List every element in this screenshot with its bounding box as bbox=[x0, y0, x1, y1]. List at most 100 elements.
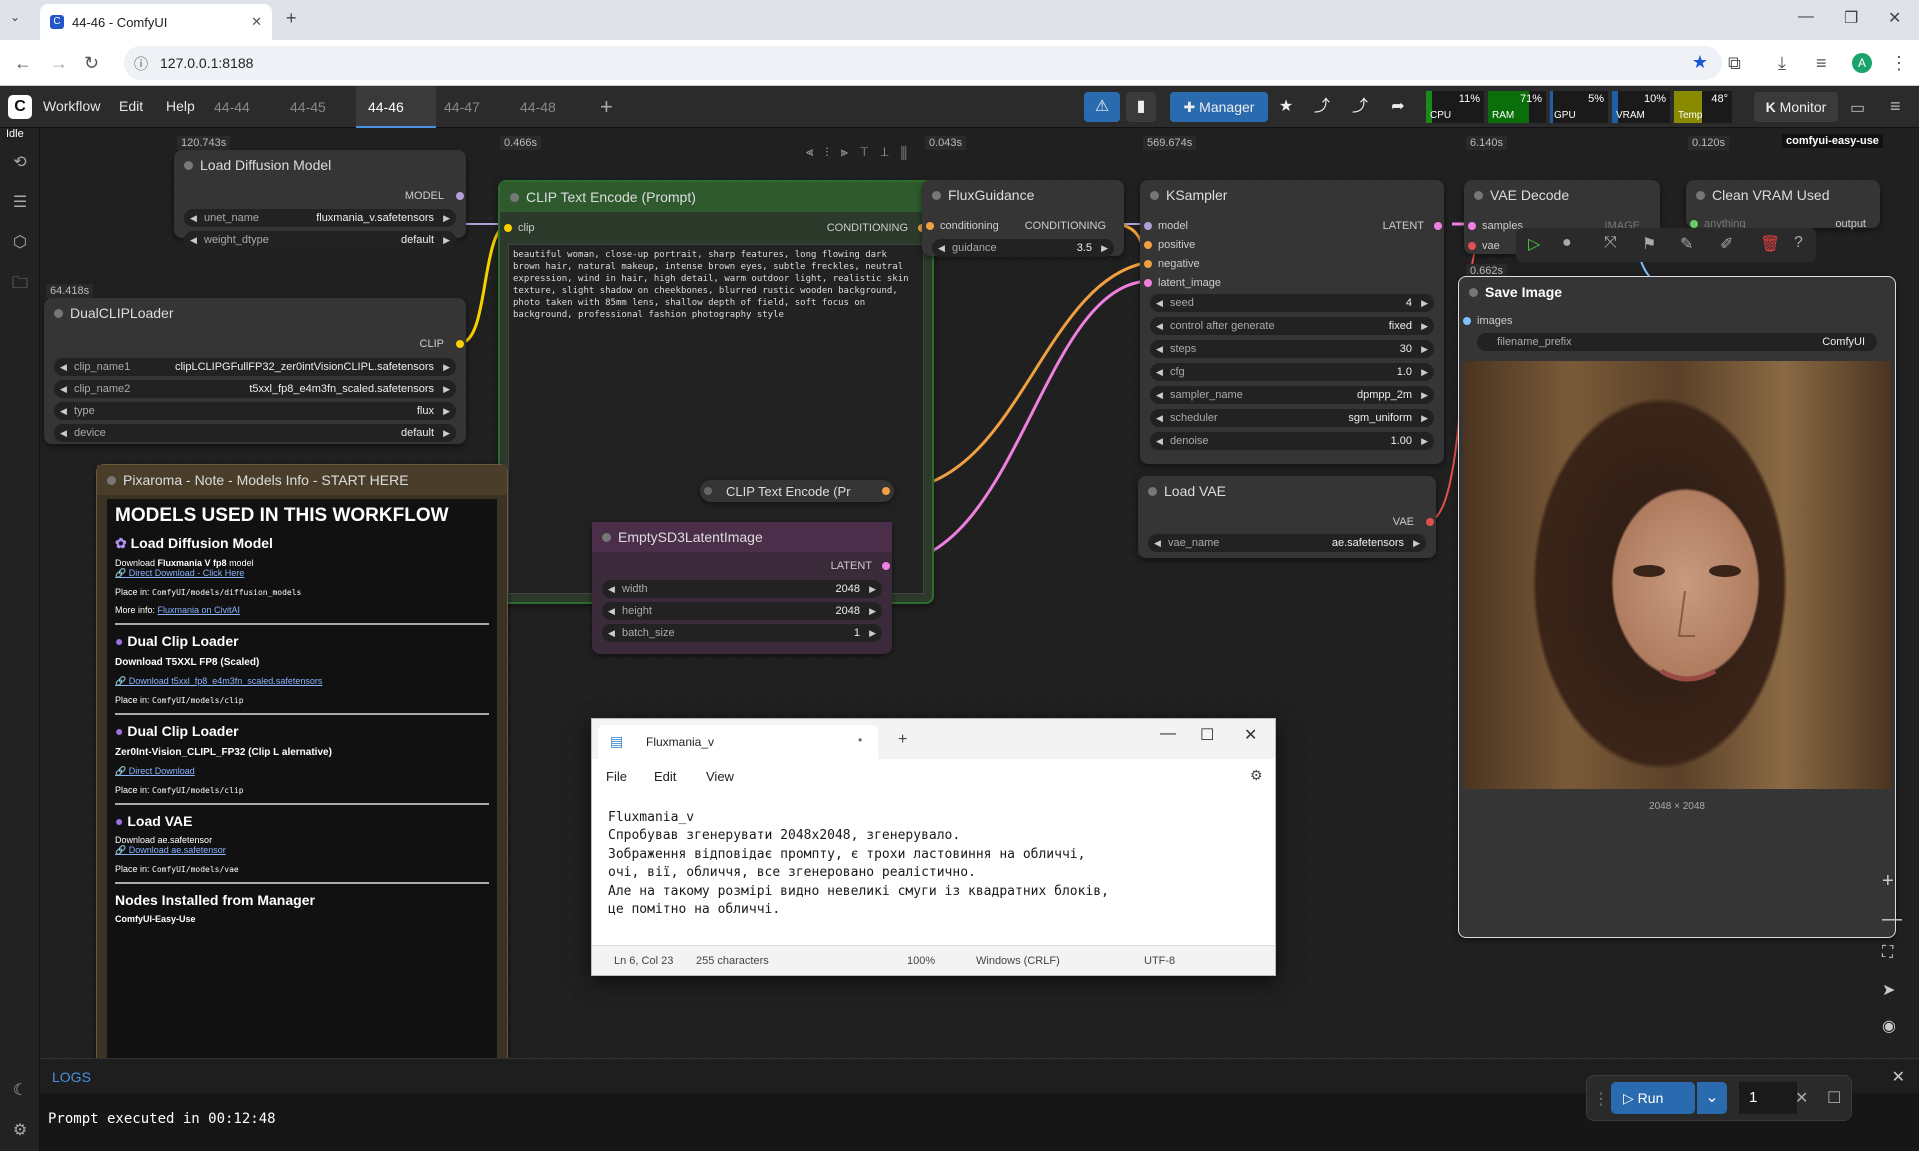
minimize-window-icon[interactable]: — bbox=[1798, 8, 1814, 26]
menu-workflow[interactable]: Workflow bbox=[43, 98, 100, 114]
scheduler-widget[interactable]: scheduler sgm_uniform bbox=[1150, 409, 1434, 427]
edit-icon[interactable]: ✎ bbox=[1680, 234, 1693, 254]
downloads-icon[interactable]: ⤓ bbox=[1778, 53, 1786, 73]
distribute-icon[interactable]: ⫼ bbox=[901, 144, 919, 159]
tab-list-chevron-icon[interactable]: ⌄ bbox=[10, 10, 20, 24]
guidance-widget[interactable]: guidance 3.5 bbox=[932, 239, 1114, 257]
cancel-run-icon[interactable]: ✕ bbox=[1795, 1088, 1808, 1108]
browser-menu-icon[interactable]: ⋮ bbox=[1890, 53, 1908, 73]
workflows-icon[interactable]: 🗀 bbox=[10, 272, 30, 292]
align-right-icon[interactable]: ⫸ bbox=[841, 144, 860, 159]
notepad-tab[interactable]: ▤ Fluxmania_v • bbox=[598, 725, 878, 759]
line-ending[interactable]: Windows (CRLF) bbox=[976, 955, 1060, 967]
height-widget[interactable]: height 2048 bbox=[602, 602, 882, 620]
toggle-links-icon[interactable]: ◉ bbox=[1882, 1016, 1896, 1036]
notepad-minimize-icon[interactable]: — bbox=[1160, 725, 1176, 743]
negative-input-port[interactable] bbox=[1144, 260, 1152, 268]
notepad-menu-view[interactable]: View bbox=[706, 769, 734, 784]
conditioning-input-port[interactable] bbox=[926, 222, 934, 230]
site-info-icon[interactable]: ⓘ bbox=[134, 54, 148, 74]
forward-icon[interactable]: → bbox=[50, 53, 68, 73]
manager-button[interactable]: ✚ Manager bbox=[1170, 92, 1268, 122]
align-top-icon[interactable]: ⊤ bbox=[860, 144, 880, 159]
sampler-name-widget[interactable]: sampler_name dpmpp_2m bbox=[1150, 386, 1434, 404]
bookmark-icon[interactable]: ▮ bbox=[1126, 92, 1156, 122]
star-icon[interactable]: ★ bbox=[1272, 92, 1300, 122]
new-tab-icon[interactable]: + bbox=[286, 8, 297, 29]
add-workflow-icon[interactable]: + bbox=[600, 94, 613, 120]
clip-name1-widget[interactable]: clip_name1 clipLCLIPGFullFP32_zer0intVisi… bbox=[54, 358, 456, 376]
node-library-icon[interactable]: ⬡ bbox=[10, 232, 30, 252]
node-clip-text-encode-collapsed[interactable]: CLIP Text Encode (Pr bbox=[700, 480, 894, 502]
align-left-icon[interactable]: ⫷ bbox=[806, 144, 825, 159]
close-tab-icon[interactable]: ✕ bbox=[251, 14, 262, 30]
note-s4-link[interactable]: 🔗 Download ae.safetensor bbox=[115, 845, 489, 856]
color-picker-icon[interactable]: ● bbox=[1562, 234, 1572, 252]
stop-icon[interactable]: ☐ bbox=[1827, 1088, 1841, 1108]
restore-window-icon[interactable]: ❐ bbox=[1844, 8, 1858, 28]
zoom-out-icon[interactable]: — bbox=[1882, 908, 1902, 931]
close-window-icon[interactable]: ✕ bbox=[1888, 8, 1901, 28]
width-widget[interactable]: width 2048 bbox=[602, 580, 882, 598]
steps-widget[interactable]: steps 30 bbox=[1150, 340, 1434, 358]
notepad-close-icon[interactable]: ✕ bbox=[1244, 725, 1257, 745]
tab-44-48[interactable]: 44-48 bbox=[508, 86, 568, 128]
share-icon[interactable]: ➦ bbox=[1384, 92, 1412, 122]
reload-icon[interactable]: ↻ bbox=[84, 53, 99, 73]
notepad-new-tab-icon[interactable]: + bbox=[898, 731, 907, 749]
align-middle-icon[interactable]: ⊥ bbox=[880, 144, 900, 159]
profile-avatar[interactable]: A bbox=[1852, 53, 1872, 73]
weight-dtype-widget[interactable]: weight_dtype default bbox=[184, 231, 456, 249]
history-icon[interactable]: ⟲ bbox=[10, 152, 30, 172]
run-button[interactable]: ▷ Run bbox=[1611, 1082, 1695, 1114]
note-s1-link[interactable]: 🔗 Direct Download - Click Here bbox=[115, 568, 489, 579]
hamburger-menu-icon[interactable]: ≡ bbox=[1890, 96, 1901, 117]
images-input-port[interactable] bbox=[1463, 317, 1471, 325]
control-after-generate-widget[interactable]: control after generate fixed bbox=[1150, 317, 1434, 335]
bypass-icon[interactable]: ⤧ bbox=[1604, 234, 1617, 252]
pin-icon[interactable]: ⚑ bbox=[1642, 234, 1656, 254]
pencil-icon[interactable]: ✐ bbox=[1720, 234, 1733, 254]
anything-input-port[interactable] bbox=[1690, 220, 1698, 228]
collapsed-output-port[interactable] bbox=[882, 487, 890, 495]
encoding[interactable]: UTF-8 bbox=[1144, 955, 1175, 967]
device-widget[interactable]: device default bbox=[54, 424, 456, 442]
pose-alt-icon[interactable]: ⤴ bbox=[1346, 92, 1374, 122]
queue-icon[interactable]: ☰ bbox=[10, 192, 30, 212]
note-s2-link[interactable]: 🔗 Download t5xxl_fp8_e4m3fn_scaled.safet… bbox=[115, 676, 489, 687]
clip-name2-widget[interactable]: clip_name2 t5xxl_fp8_e4m3fn_scaled.safete… bbox=[54, 380, 456, 398]
flux-icon[interactable]: ⚠ bbox=[1084, 92, 1120, 122]
notepad-text-area[interactable]: Fluxmania_v Спробував згенерувати 2048x20… bbox=[608, 809, 1109, 919]
notepad-menu-edit[interactable]: Edit bbox=[654, 769, 676, 784]
run-mode-dropdown[interactable]: ⌄ bbox=[1697, 1082, 1727, 1114]
delete-icon[interactable]: 🗑 bbox=[1760, 234, 1780, 254]
filename-prefix-widget[interactable]: filename_prefix ComfyUI bbox=[1477, 333, 1877, 351]
fit-view-icon[interactable]: ⛶ bbox=[1882, 944, 1893, 962]
node-flux-guidance[interactable]: FluxGuidance conditioning CONDITIONING g… bbox=[922, 180, 1124, 257]
latent-input-port[interactable] bbox=[1144, 279, 1152, 287]
tab-44-46[interactable]: 44-46 bbox=[356, 86, 436, 128]
menu-edit[interactable]: Edit bbox=[119, 98, 143, 114]
notepad-window[interactable]: ▤ Fluxmania_v • + — ☐ ✕ File Edit View ⚙… bbox=[591, 718, 1276, 976]
generated-portrait-image[interactable] bbox=[1463, 361, 1891, 789]
note-node[interactable]: Pixaroma - Note - Models Info - START HE… bbox=[96, 464, 508, 1058]
logs-tab[interactable]: LOGS bbox=[52, 1069, 91, 1085]
clip-output-port[interactable] bbox=[456, 340, 464, 348]
settings-icon[interactable]: ⚙ bbox=[10, 1120, 30, 1140]
menu-help[interactable]: Help bbox=[166, 98, 195, 114]
note-body[interactable]: MODELS USED IN THIS WORKFLOW ✿ Load Diff… bbox=[107, 499, 497, 1058]
note-s3-link[interactable]: 🔗 Direct Download bbox=[115, 766, 489, 777]
unet-name-widget[interactable]: unet_name fluxmania_v.safetensors bbox=[184, 209, 456, 227]
node-empty-sd3-latent-image[interactable]: EmptySD3LatentImage LATENT width 2048 hei… bbox=[592, 522, 892, 654]
panel-toggle-icon[interactable]: ▭ bbox=[1850, 98, 1865, 118]
s1-more-link[interactable]: Fluxmania on CivitAI bbox=[158, 605, 241, 615]
node-ksampler[interactable]: KSampler model positive negative latent_… bbox=[1140, 180, 1444, 464]
node-clean-vram-used[interactable]: Clean VRAM Used anything output bbox=[1686, 180, 1880, 230]
seed-widget[interactable]: seed 4 bbox=[1150, 294, 1434, 312]
batch-size-widget[interactable]: batch_size 1 bbox=[602, 624, 882, 642]
samples-input-port[interactable] bbox=[1468, 222, 1476, 230]
monitor-button[interactable]: K Monitor bbox=[1754, 92, 1838, 122]
collapsed-input-port[interactable] bbox=[704, 487, 712, 495]
tab-44-44[interactable]: 44-44 bbox=[202, 86, 262, 128]
select-mode-icon[interactable]: ➤ bbox=[1882, 980, 1895, 1000]
